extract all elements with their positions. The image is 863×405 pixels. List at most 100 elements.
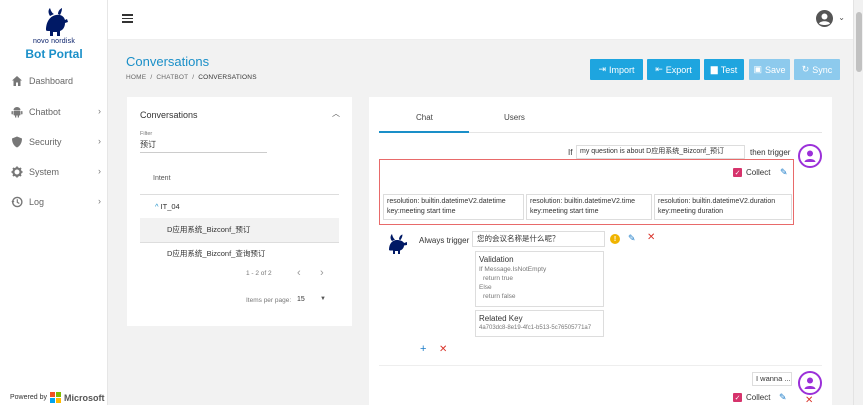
- items-per-page-select[interactable]: 15: [297, 296, 305, 303]
- sync-button[interactable]: ↻ Sync: [794, 59, 840, 80]
- import-button[interactable]: ⇥ Import: [590, 59, 643, 80]
- breadcrumb-separator: /: [192, 74, 195, 81]
- sidebar-item-dashboard[interactable]: Dashboard: [0, 70, 108, 92]
- chevron-down-icon[interactable]: ⌄: [838, 13, 845, 22]
- collect-checkbox[interactable]: ✓ Collect: [733, 168, 770, 177]
- active-tab-indicator: [379, 131, 469, 133]
- gear-icon: [11, 166, 23, 178]
- edit-pencil-icon[interactable]: ✎: [780, 167, 788, 178]
- sidebar: novo nordisk Bot Portal Dashboard Chatbo…: [0, 0, 108, 405]
- validation-card[interactable]: Validation If Message.IsNotEmpty return …: [475, 251, 604, 307]
- account-circle-icon[interactable]: [816, 10, 833, 27]
- chevron-right-icon: ›: [98, 136, 101, 146]
- sync-label: Sync: [812, 64, 833, 75]
- save-icon: ▣: [753, 64, 762, 74]
- sidebar-item-chatbot[interactable]: Chatbot ›: [0, 101, 108, 123]
- trigger-intent-input[interactable]: my question is about D应用系统_Bizconf_预订: [576, 145, 745, 159]
- microsoft-logo-icon: [49, 392, 61, 403]
- sidebar-item-system[interactable]: System ›: [0, 161, 108, 183]
- save-label: Save: [765, 64, 786, 75]
- delete-x-icon[interactable]: ✕: [647, 232, 655, 243]
- delete-x-icon[interactable]: ✕: [805, 395, 813, 405]
- resolution-type: resolution: builtin.datetimeV2.datetime: [387, 198, 506, 205]
- sidebar-item-label: Dashboard: [29, 76, 74, 86]
- edit-pencil-icon[interactable]: ✎: [779, 392, 787, 403]
- test-button[interactable]: ▆ Test: [704, 59, 744, 80]
- collect-entities-box: ✓ Collect ✎ resolution: builtin.datetime…: [379, 159, 794, 225]
- validation-line: If Message.IsNotEmpty: [479, 266, 547, 273]
- breadcrumb-chatbot[interactable]: CHATBOT: [156, 74, 188, 81]
- breadcrumb-separator: /: [150, 74, 153, 81]
- prev-page-icon[interactable]: ‹: [297, 267, 301, 279]
- sidebar-item-label: Log: [29, 197, 45, 207]
- tab-chat[interactable]: Chat: [416, 113, 433, 122]
- chat-icon: ▆: [710, 64, 718, 74]
- related-key-card[interactable]: Related Key 4a703dc8-8e19-4fc1-b513-5c76…: [475, 310, 604, 337]
- export-label: Export: [665, 64, 692, 75]
- collect-label: Collect: [746, 393, 771, 402]
- bot-response-input[interactable]: 您的会议名称是什么呢？: [472, 231, 605, 247]
- table-row[interactable]: D应用系统_Bizconf_预订: [140, 218, 339, 242]
- import-label: Import: [609, 64, 635, 75]
- validation-line: return false: [483, 293, 516, 300]
- brand-company: novo nordisk: [32, 38, 76, 45]
- powered-by-label: Powered by: [10, 394, 47, 401]
- checkbox-checked-icon: ✓: [733, 168, 742, 177]
- import-icon: ⇥: [598, 64, 607, 74]
- edit-pencil-icon[interactable]: ✎: [628, 233, 636, 244]
- resolution-cell[interactable]: resolution: builtin.datetimeV2.duration …: [654, 194, 792, 220]
- hamburger-menu-icon[interactable]: [122, 14, 133, 23]
- next-page-icon[interactable]: ›: [320, 267, 324, 279]
- page-scrollbar[interactable]: [853, 0, 863, 405]
- caret-down-icon[interactable]: ▼: [320, 296, 326, 302]
- collect-checkbox[interactable]: ✓ Collect: [733, 393, 770, 402]
- save-button[interactable]: ▣ Save: [749, 59, 790, 80]
- sidebar-item-security[interactable]: Security ›: [0, 131, 108, 153]
- export-button[interactable]: ⇤ Export: [647, 59, 700, 80]
- android-icon: [11, 106, 23, 118]
- warning-icon[interactable]: !: [610, 234, 620, 244]
- trigger-if-label: If: [568, 148, 573, 157]
- powered-by: Powered by Microsoft: [10, 392, 104, 403]
- sidebar-item-log[interactable]: Log ›: [0, 191, 108, 213]
- resolution-type: resolution: builtin.datetimeV2.duration: [658, 198, 776, 205]
- related-key-title: Related Key: [479, 314, 523, 323]
- column-header-intent[interactable]: Intent: [153, 175, 171, 182]
- filter-label: Filter: [140, 131, 153, 137]
- add-plus-icon[interactable]: +: [420, 343, 426, 355]
- intent-group[interactable]: ^ IT_04: [155, 202, 180, 211]
- table-row[interactable]: D应用系统_Bizconf_查询预订: [140, 242, 339, 266]
- user-avatar-icon: [798, 371, 822, 395]
- scrollbar-thumb[interactable]: [856, 12, 862, 72]
- conversations-panel: Conversations ︿ Filter 预订 Intent ^ IT_04 …: [127, 97, 352, 326]
- checkbox-checked-icon: ✓: [733, 393, 742, 402]
- breadcrumb-home[interactable]: HOME: [126, 74, 146, 81]
- shield-icon: [11, 136, 23, 148]
- resolution-cell[interactable]: resolution: builtin.datetimeV2.time key:…: [526, 194, 652, 220]
- table-divider: [140, 194, 339, 195]
- collect-label: Collect: [746, 168, 771, 177]
- bot-bull-icon: [389, 234, 407, 254]
- items-per-page-label: Items per page:: [246, 297, 292, 304]
- trigger-then-label: then trigger: [750, 148, 791, 157]
- resolution-cell[interactable]: resolution: builtin.datetimeV2.datetime …: [383, 194, 524, 220]
- history-icon: [11, 196, 23, 208]
- filter-input[interactable]: 预订: [140, 139, 267, 153]
- test-label: Test: [720, 64, 738, 75]
- trigger-intent-input[interactable]: I wanna ...: [752, 372, 792, 386]
- pager-range: 1 - 2 of 2: [246, 270, 272, 277]
- tab-users[interactable]: Users: [504, 113, 525, 122]
- section-divider: [379, 365, 822, 366]
- validation-title: Validation: [479, 255, 514, 264]
- powered-by-brand: Microsoft: [63, 392, 105, 403]
- resolution-key: key:meeting start time: [387, 208, 456, 215]
- panel-title: Conversations: [140, 110, 198, 120]
- related-key-value: 4a703dc8-8e19-4fc1-b513-5c76505771a7: [479, 325, 592, 331]
- sidebar-item-label: Security: [29, 137, 62, 147]
- chevron-up-icon[interactable]: ︿: [332, 108, 340, 119]
- expand-arrow-icon: ^: [155, 202, 159, 211]
- resolution-key: key:meeting start time: [530, 208, 599, 215]
- dashboard-icon: [11, 75, 23, 87]
- delete-x-icon[interactable]: ✕: [439, 344, 447, 355]
- novo-nordisk-bull-logo: [46, 8, 68, 36]
